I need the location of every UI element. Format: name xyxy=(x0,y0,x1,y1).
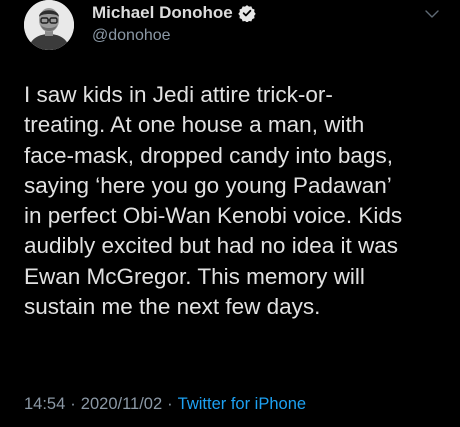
tweet-meta: 14:54 · 2020/11/02 · Twitter for iPhone xyxy=(24,395,306,414)
tweet-source-link[interactable]: Twitter for iPhone xyxy=(178,395,306,413)
meta-separator: · xyxy=(70,395,76,413)
tweet-text-line: in perfect Obi-Wan Kenobi voice. Kids xyxy=(24,203,403,229)
tweet-text-line: face-mask, dropped candy into bags, xyxy=(24,142,393,168)
meta-separator: · xyxy=(167,395,173,413)
tweet-time[interactable]: 14:54 xyxy=(24,395,65,413)
tweet-text-line: I saw kids in Jedi attire trick-or- xyxy=(24,82,333,107)
avatar-image xyxy=(24,0,74,50)
tweet-text-line: audibly excited but had no idea it was xyxy=(24,233,398,259)
tweet-text-line: sustain me the next few days. xyxy=(24,294,321,320)
tweet-text-line: saying ‘here you go young Padawan’ xyxy=(24,172,392,198)
tweet-date[interactable]: 2020/11/02 xyxy=(81,395,162,413)
tweet: Michael Donohoe @donohoe I saw kids in J… xyxy=(0,0,460,427)
tweet-text-line: treating. At one house a man, with xyxy=(24,112,365,138)
author-handle[interactable]: @donohoe xyxy=(92,27,171,45)
verified-badge-icon xyxy=(238,5,256,22)
avatar[interactable] xyxy=(24,0,74,50)
author-name-row[interactable]: Michael Donohoe xyxy=(92,3,256,23)
tweet-text: I saw kids in Jedi attire trick-or- trea… xyxy=(24,80,444,322)
author-name[interactable]: Michael Donohoe xyxy=(92,3,233,23)
chevron-down-icon[interactable] xyxy=(424,6,440,22)
tweet-text-line: Ewan McGregor. This memory will xyxy=(24,263,365,289)
